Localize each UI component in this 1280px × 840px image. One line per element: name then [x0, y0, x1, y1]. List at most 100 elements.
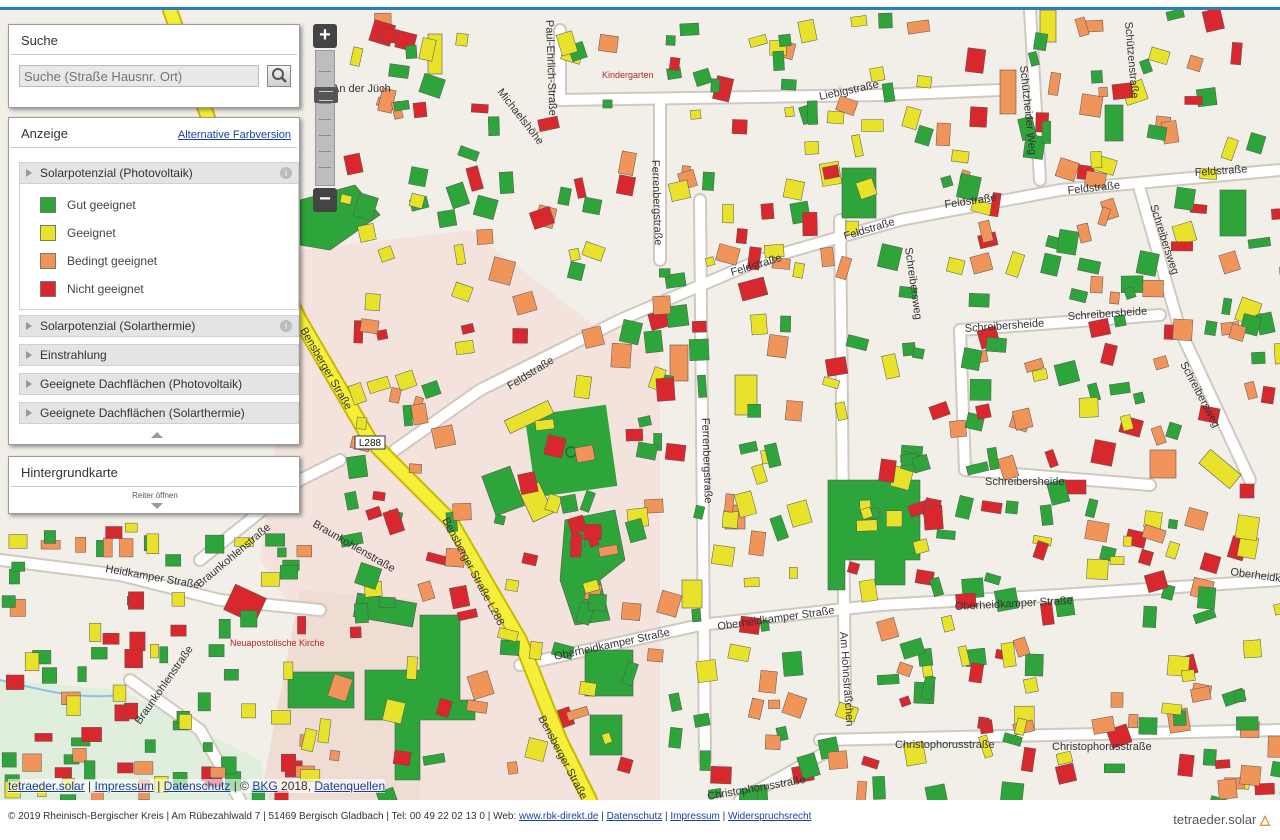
building: [1039, 504, 1054, 526]
tetraeder-logo[interactable]: tetraeder.solar △: [1173, 812, 1270, 828]
building: [512, 328, 528, 344]
building: [178, 714, 192, 730]
building: [364, 293, 381, 311]
footer-web-link[interactable]: www.rbk-direkt.de: [519, 811, 598, 822]
open-tab-label[interactable]: Reiter öffnen: [9, 491, 301, 500]
datenquellen-link[interactable]: Datenquellen: [314, 779, 385, 793]
layer-roofs-pv[interactable]: Geeignete Dachflächen (Photovoltaik): [19, 373, 299, 395]
building: [170, 624, 187, 637]
footer-datenschutz-link[interactable]: Datenschutz: [607, 811, 663, 822]
collapse-icon[interactable]: [151, 432, 163, 438]
building: [748, 530, 767, 557]
building: [223, 669, 239, 681]
top-bar: [0, 0, 1280, 10]
building: [1142, 605, 1158, 628]
layer-solar-pv[interactable]: Solarpotenzial (Photovoltaik) i: [19, 162, 299, 184]
building: [1177, 753, 1195, 777]
building: [960, 347, 983, 371]
building: [784, 106, 795, 118]
building: [359, 318, 380, 335]
building: [876, 673, 900, 686]
building: [731, 119, 748, 135]
building: [802, 211, 818, 237]
building: [102, 633, 120, 645]
building: [72, 748, 87, 763]
building: [1122, 535, 1133, 547]
zoom-in-button[interactable]: +: [313, 24, 337, 48]
building: [1138, 717, 1158, 735]
building: [208, 644, 225, 658]
expand-icon[interactable]: [151, 503, 163, 509]
building: [574, 444, 596, 464]
footer-impressum-link[interactable]: Impressum: [670, 811, 719, 822]
building: [117, 762, 134, 774]
building: [77, 666, 87, 682]
background-map-panel: Hintergrundkarte Reiter öffnen: [8, 456, 300, 514]
info-icon[interactable]: i: [280, 167, 292, 179]
building: [402, 404, 413, 427]
building: [789, 567, 798, 579]
building: [950, 149, 970, 164]
datenschutz-link[interactable]: Datenschutz: [164, 779, 231, 793]
building: [850, 15, 868, 28]
building: [493, 513, 506, 526]
building: [34, 733, 53, 742]
building: [89, 622, 102, 642]
building: [1089, 275, 1104, 294]
building: [455, 32, 469, 47]
building: [103, 537, 113, 558]
building: [144, 739, 156, 753]
zoom-slider[interactable]: [314, 50, 338, 186]
building: [454, 339, 475, 356]
building: [588, 593, 607, 612]
building: [81, 727, 102, 742]
footer-text: © 2019 Rheinisch-Bergischer Kreis | Am R…: [8, 811, 812, 822]
building: [911, 347, 925, 360]
building: [1104, 763, 1125, 773]
building: [197, 692, 211, 712]
building: [1161, 702, 1183, 716]
building: [679, 22, 700, 36]
info-icon[interactable]: i: [280, 320, 292, 332]
building: [1098, 86, 1108, 98]
impressum-link[interactable]: Impressum: [95, 779, 154, 793]
bkg-link[interactable]: BKG: [252, 779, 277, 793]
building: [408, 166, 429, 188]
building: [1267, 735, 1280, 758]
swatch-green: [40, 197, 56, 213]
search-button[interactable]: [267, 65, 291, 87]
building: [665, 35, 676, 46]
zoom-slider-handle[interactable]: [314, 87, 338, 103]
building: [218, 619, 231, 639]
building: [968, 662, 985, 684]
building: [534, 418, 555, 431]
layer-solar-thermal[interactable]: Solarpotenzial (Solarthermie) i: [19, 315, 299, 337]
footer-widerspruch-link[interactable]: Widerspruchsrecht: [728, 811, 811, 822]
building: [780, 78, 797, 91]
building: [625, 428, 644, 442]
place-label: Kindergarten: [602, 70, 654, 80]
building: [54, 767, 72, 779]
layer-roofs-thermal[interactable]: Geeignete Dachflächen (Solarthermie): [19, 402, 299, 424]
road-shield: L288: [354, 435, 386, 450]
layer-irradiation[interactable]: Einstrahlung: [19, 344, 299, 366]
building: [355, 416, 368, 430]
building: [968, 292, 990, 308]
building: [1172, 318, 1194, 341]
alternative-color-link[interactable]: Alternative Farbversion: [178, 129, 291, 141]
search-input[interactable]: [19, 65, 259, 87]
building: [1079, 93, 1104, 118]
building: [768, 699, 781, 709]
search-icon: [272, 68, 287, 83]
building: [171, 592, 185, 607]
building: [1196, 586, 1217, 610]
building: [430, 424, 457, 449]
building: [735, 228, 748, 245]
building: [380, 27, 399, 44]
building: [487, 116, 500, 136]
building: [724, 493, 735, 513]
triangle-icon: △: [1260, 812, 1270, 827]
zoom-out-button[interactable]: −: [313, 188, 337, 212]
tetraeder-link[interactable]: tetraeder.solar: [8, 779, 85, 793]
building: [581, 325, 605, 349]
